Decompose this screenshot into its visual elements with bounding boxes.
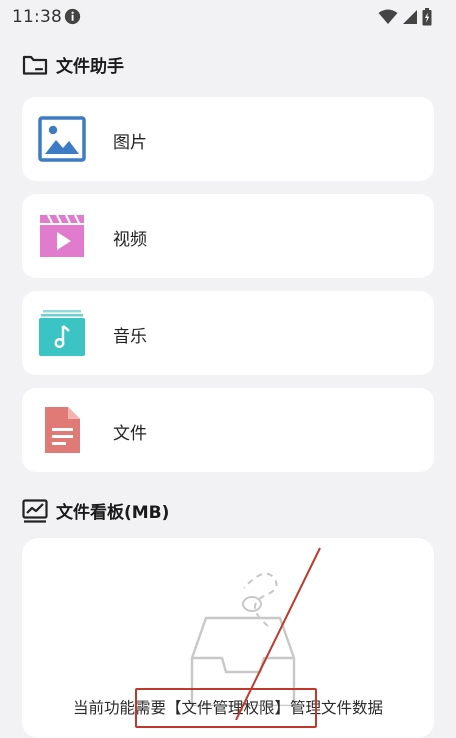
file-helper-title: 文件助手 (56, 57, 124, 77)
image-icon (38, 116, 86, 162)
video-label: 视频 (113, 230, 147, 250)
video-icon (40, 214, 84, 257)
file-board-card: 当前功能需要【文件管理权限】管理文件数据 (22, 538, 434, 738)
file-board-title: 文件看板(MB) (56, 503, 170, 523)
image-label: 图片 (113, 133, 147, 153)
info-icon (64, 8, 81, 25)
empty-box-icon (190, 572, 296, 706)
status-indicators (378, 7, 432, 27)
wifi-icon (378, 9, 398, 24)
music-category-card[interactable]: 音乐 (22, 291, 434, 375)
chart-monitor-icon (22, 498, 48, 523)
folder-icon (22, 55, 48, 75)
document-label: 文件 (113, 424, 147, 444)
music-icon (39, 310, 85, 356)
document-category-card[interactable]: 文件 (22, 388, 434, 472)
signal-icon (403, 10, 417, 24)
video-category-card[interactable]: 视频 (22, 194, 434, 278)
status-bar: 11:38 (0, 0, 456, 34)
image-category-card[interactable]: 图片 (22, 97, 434, 181)
battery-icon (422, 8, 432, 26)
music-label: 音乐 (113, 327, 147, 347)
file-helper-header: 文件助手 (22, 52, 124, 77)
status-time: 11:38 (12, 7, 62, 27)
file-board-header: 文件看板(MB) (22, 498, 169, 523)
permission-message: 当前功能需要【文件管理权限】管理文件数据 (72, 699, 383, 717)
document-icon (45, 407, 80, 453)
